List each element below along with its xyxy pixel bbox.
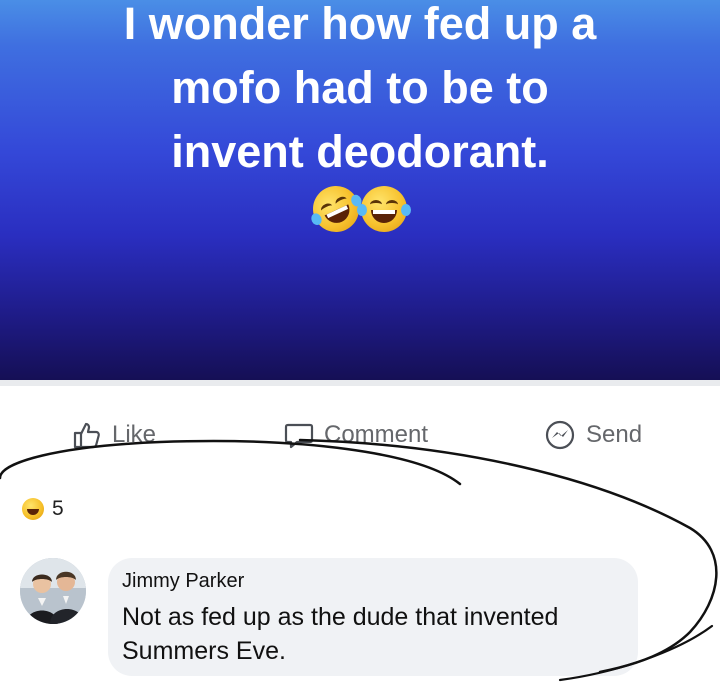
divider [0, 380, 720, 386]
thumbs-up-icon [73, 422, 100, 449]
reaction-count: 5 [52, 497, 64, 520]
post-action-bar: Like Comment Send [0, 410, 720, 460]
post-text: I wonder how fed up a mofo had to be to … [0, 0, 720, 184]
send-button[interactable]: Send [544, 410, 642, 460]
comment-author[interactable]: Jimmy Parker [122, 570, 244, 593]
post-emoji-row [0, 178, 720, 240]
comment-text-line-1: Not as fed up as the dude that invented [122, 603, 559, 631]
like-label: Like [112, 421, 157, 448]
post-text-line-3: invent deodorant. [171, 126, 549, 177]
post-background: I wonder how fed up a mofo had to be to … [0, 0, 720, 380]
reaction-summary[interactable]: 5 [22, 494, 64, 524]
send-label: Send [586, 421, 643, 448]
comment-bubble: Jimmy Parker Not as fed up as the dude t… [108, 558, 638, 676]
comment-label: Comment [324, 421, 429, 448]
comment-text-line-2: Summers Eve. [122, 637, 286, 665]
post-text-line-1: I wonder how fed up a [123, 0, 597, 49]
comment-button[interactable]: Comment [284, 410, 428, 460]
messenger-icon [545, 420, 575, 450]
laughing-face-icon [22, 498, 44, 520]
comment-text: Not as fed up as the dude that invented … [122, 600, 632, 668]
avatar[interactable] [20, 558, 86, 624]
tears-of-joy-icon [357, 186, 411, 232]
comment-bubble-icon [284, 423, 314, 449]
like-button[interactable]: Like [72, 410, 156, 460]
avatar-photo [20, 558, 86, 624]
post-text-line-2: mofo had to be to [171, 62, 549, 113]
